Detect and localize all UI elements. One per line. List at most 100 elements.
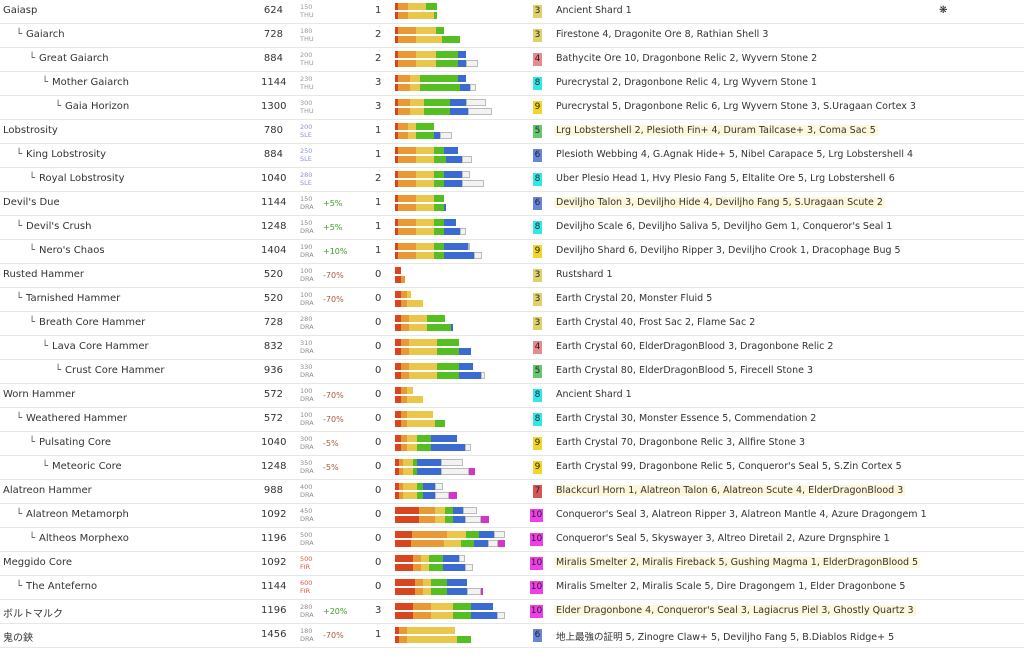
table-row[interactable]: └ Devil's Crush 1248 150 DRA +5% 1 8 Deviljho Sc… [0,216,1024,240]
attack-value: 520 [263,269,283,280]
sharpness-segment-white [465,516,481,523]
materials-list: Elder Dragonbone 4, Conqueror's Seal 3, … [554,605,916,616]
weapon-name[interactable]: └ Tarnished Hammer [16,293,120,304]
slot-count: 0 [375,317,382,328]
sharpness-segment-orange [398,84,410,91]
weapon-name[interactable]: └ Breath Core Hammer [29,317,145,328]
table-row[interactable]: Devil's Due 1144 150 DRA +5% 1 6 Deviljho Talon… [0,192,1024,216]
table-row[interactable]: └ Royal Lobstrosity 1040 280 SLE 2 8 Uber Plesi… [0,168,1024,192]
table-row[interactable]: └ The Anteferno 1144 600 FIR 0 10 Miralis Smelt… [0,576,1024,600]
table-row[interactable]: Gaiasp 624 150 THU 1 3 Ancient Shard 1 ❋ [0,0,1024,24]
weapon-name[interactable]: Meggido Core [3,557,72,568]
table-row[interactable]: └ Gaia Horizon 1300 300 THU 3 9 Purecrystal 5, … [0,96,1024,120]
weapon-name[interactable]: └ Pulsating Core [29,437,111,448]
weapon-name[interactable]: └ Crust Core Hammer [55,365,165,376]
table-row[interactable]: └ Gaiarch 728 180 THU 2 3 Firestone 4, Dragonit… [0,24,1024,48]
tree-branch-icon: └ [29,173,36,184]
weapon-name[interactable]: Rusted Hammer [3,269,84,280]
attack-value: 572 [263,389,283,400]
sharpness-bar [395,147,505,165]
sharpness-segment-yellow [409,372,437,379]
weapon-name[interactable]: 鬼の鋏 [3,629,33,644]
table-row[interactable]: Worn Hammer 572 100 DRA -70% 0 8 Ancient Shard … [0,384,1024,408]
weapon-name[interactable]: └ Gaiarch [16,29,65,40]
affinity-value: -70% [323,391,344,400]
sharpness-segment-orange [398,132,408,139]
sharpness-segment-white [440,132,452,139]
weapon-name[interactable]: └ Alatreon Metamorph [16,509,129,520]
tree-branch-icon: └ [29,317,36,328]
weapon-name[interactable]: Gaiasp [3,5,37,16]
weapon-name[interactable]: ボルトマルク [3,605,63,620]
favorite-star-icon[interactable]: ❋ [939,5,947,16]
table-row[interactable]: 鬼の鋏 1456 180 DRA -70% 1 6 地上最強の証明 5, Zinogre Cl… [0,624,1024,648]
slot-count: 3 [375,605,382,616]
table-row[interactable]: └ Weathered Hammer 572 100 DRA -70% 0 8 Earth Cr… [0,408,1024,432]
sharpness-segment-red [395,507,419,514]
table-row[interactable]: └ Great Gaiarch 884 200 THU 2 4 Bathycite Ore 1… [0,48,1024,72]
weapon-name[interactable]: └ Gaia Horizon [55,101,129,112]
weapon-name[interactable]: └ Meteoric Core [42,461,122,472]
table-row[interactable]: └ Mother Gaiarch 1144 230 THU 3 8 Purecrystal 2… [0,72,1024,96]
sharpness-line [395,579,505,586]
sharpness-segment-red [395,267,401,274]
sharpness-segment-yellow [403,459,413,466]
element-type: SLE [300,155,312,163]
table-row[interactable]: └ Pulsating Core 1040 300 DRA -5% 0 9 Earth Crys… [0,432,1024,456]
slot-count: 0 [375,509,382,520]
sharpness-segment-green [417,444,431,451]
weapon-name[interactable]: Alatreon Hammer [3,485,92,496]
element-amount: 280 [300,603,313,611]
sharpness-bar [395,435,505,453]
weapon-name[interactable]: └ Altheos Morphexo [29,533,129,544]
sharpness-segment-green [426,3,437,10]
element-type: THU [300,83,314,91]
sharpness-segment-green [427,315,445,322]
sharpness-segment-blue [451,324,453,331]
table-row[interactable]: └ Altheos Morphexo 1196 500 DRA 0 10 Conqueror'… [0,528,1024,552]
element-type: DRA [300,203,314,211]
table-row[interactable]: └ Alatreon Metamorph 1092 450 DRA 0 10 Conquero… [0,504,1024,528]
slot-count: 0 [375,389,382,400]
weapon-name[interactable]: └ The Anteferno [16,581,97,592]
weapon-name[interactable]: └ Royal Lobstrosity [29,173,124,184]
tree-branch-icon: └ [16,221,23,232]
weapon-name[interactable]: └ Lava Core Hammer [42,341,149,352]
table-row[interactable]: └ Nero's Chaos 1404 190 DRA +10% 1 9 Deviljho Sh… [0,240,1024,264]
rarity-badge: 6 [533,197,542,210]
weapon-name[interactable]: Worn Hammer [3,389,75,400]
weapon-name[interactable]: Lobstrosity [3,125,58,136]
table-row[interactable]: Lobstrosity 780 200 SLE 1 5 Lrg Lobstershell 2… [0,120,1024,144]
weapon-name[interactable]: └ Great Gaiarch [29,53,109,64]
sharpness-segment-green [437,339,459,346]
weapon-name[interactable]: Devil's Due [3,197,60,208]
table-row[interactable]: └ Meteoric Core 1248 350 DRA -5% 0 9 Earth Cryst… [0,456,1024,480]
weapon-name[interactable]: └ Mother Gaiarch [42,77,129,88]
weapon-name[interactable]: └ Devil's Crush [16,221,91,232]
table-row[interactable]: └ Breath Core Hammer 728 280 DRA 0 3 Earth Crys… [0,312,1024,336]
element-type: DRA [300,299,314,307]
table-row[interactable]: └ Lava Core Hammer 832 310 DRA 0 4 Earth Crysta… [0,336,1024,360]
element-amount: 310 [300,339,313,347]
sharpness-segment-orange [398,195,416,202]
table-row[interactable]: └ King Lobstrosity 884 250 SLE 1 6 Plesioth Web… [0,144,1024,168]
materials-list: Firestone 4, Dragonite Ore 8, Rathian Sh… [556,29,769,40]
sharpness-segment-yellow [416,195,434,202]
weapon-name[interactable]: └ Nero's Chaos [29,245,105,256]
table-row[interactable]: ボルトマルク 1196 280 DRA +20% 3 10 Elder Dragonbone … [0,600,1024,624]
table-row[interactable]: Rusted Hammer 520 100 DRA -70% 0 3 Rustshard 1 [0,264,1024,288]
attack-value: 1092 [261,557,287,568]
slot-count: 2 [375,29,382,40]
weapon-name[interactable]: └ Weathered Hammer [16,413,127,424]
table-row[interactable]: └ Tarnished Hammer 520 100 DRA -70% 0 3 Earth Cr… [0,288,1024,312]
sharpness-segment-yellow [416,243,434,250]
element-amount: 300 [300,99,313,107]
sharpness-line [395,291,505,298]
table-row[interactable]: Alatreon Hammer 988 400 DRA 0 7 Blackcurl Horn… [0,480,1024,504]
affinity-value: -70% [323,631,344,640]
table-row[interactable]: └ Crust Core Hammer 936 330 DRA 0 5 Earth Cryst… [0,360,1024,384]
weapon-name[interactable]: └ King Lobstrosity [16,149,106,160]
sharpness-segment-orange [411,531,448,538]
table-row[interactable]: Meggido Core 1092 500 FIR 0 10 Miralis Smelter… [0,552,1024,576]
sharpness-segment-blue [453,516,465,523]
